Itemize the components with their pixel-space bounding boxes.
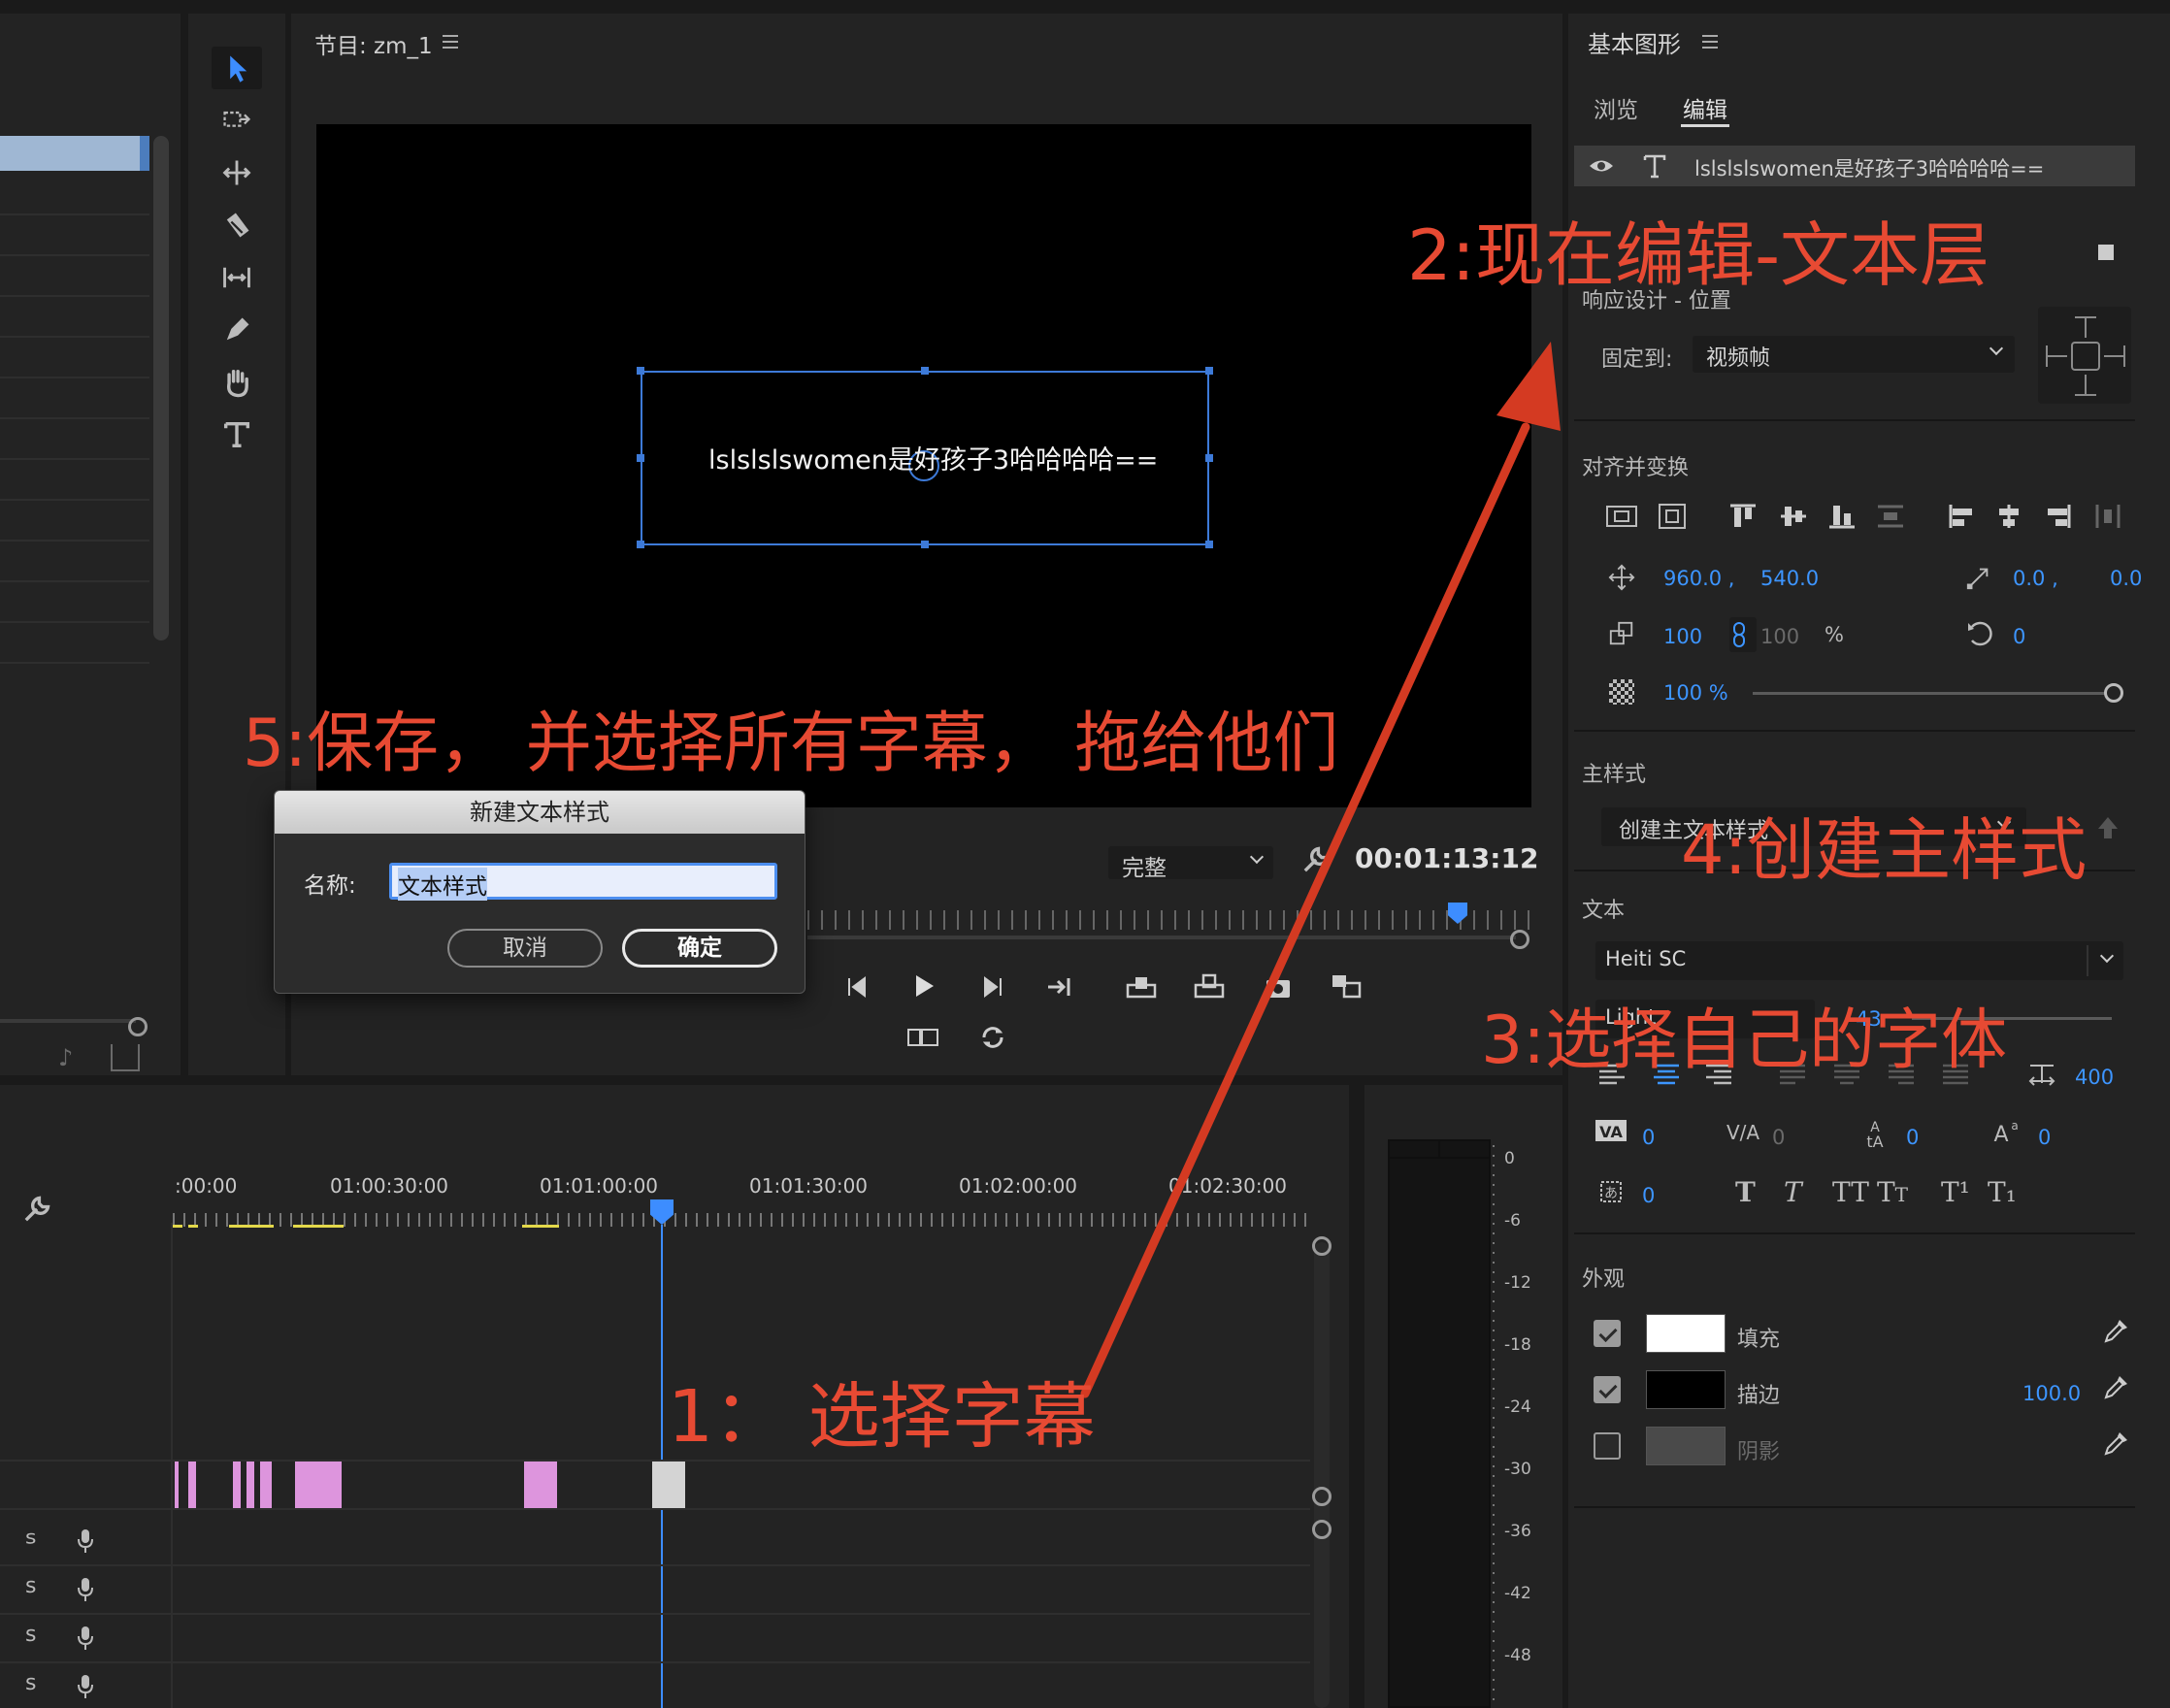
- annotation-step-2: 2:现在编辑-文本层: [1407, 214, 1990, 296]
- annotation-step-3: 3:选择自己的字体: [1481, 1002, 2008, 1079]
- annotation-step-1: 1： 选择字幕: [668, 1375, 1096, 1459]
- annotation-step-4: 4:创建主样式: [1681, 810, 2088, 890]
- annotation-step-5: 5:保存， 并选择所有字幕， 拖给他们: [243, 706, 1339, 782]
